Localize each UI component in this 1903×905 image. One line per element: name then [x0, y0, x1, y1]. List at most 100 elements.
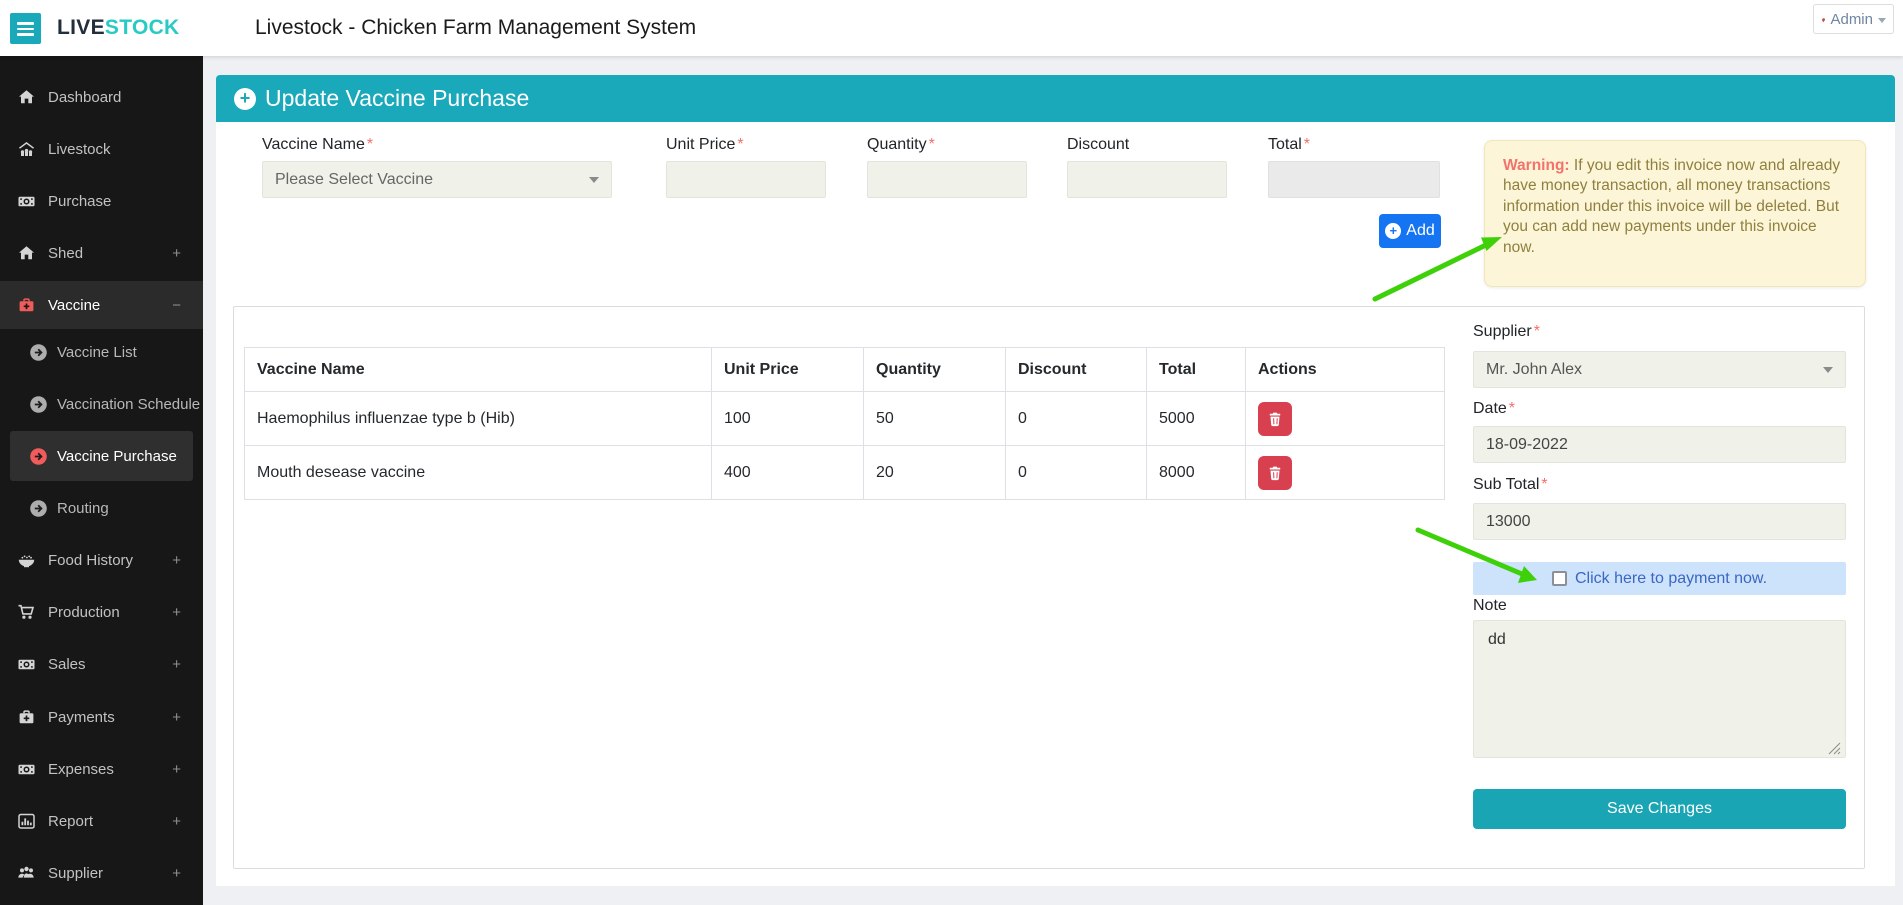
quantity-input[interactable]	[867, 161, 1027, 198]
sidebar-item-purchase[interactable]: Purchase	[0, 179, 203, 223]
cell-total: 8000	[1147, 446, 1246, 500]
panel-title: Update Vaccine Purchase	[265, 85, 529, 112]
expand-plus-icon: +	[172, 761, 181, 778]
sidebar-subitem-vaccine-list[interactable]: Vaccine List	[0, 330, 203, 374]
cell-vaccine-name: Haemophilus influenzae type b (Hib)	[245, 392, 712, 446]
brand-live: LIVE	[57, 16, 105, 39]
date-input[interactable]: 18-09-2022	[1473, 426, 1846, 463]
sidebar-item-livestock[interactable]: Livestock	[0, 127, 203, 171]
expand-plus-icon: +	[172, 709, 181, 726]
update-vaccine-purchase-panel: + Update Vaccine Purchase Vaccine Name* …	[216, 75, 1895, 886]
table-header-row: Vaccine Name Unit Price Quantity Discoun…	[245, 348, 1445, 392]
payment-now-option[interactable]: Click here to payment now.	[1473, 562, 1846, 595]
save-changes-button[interactable]: Save Changes	[1473, 789, 1846, 829]
header-vaccine-name: Vaccine Name	[245, 348, 712, 392]
delete-row-button[interactable]	[1258, 402, 1292, 436]
collapse-minus-icon: −	[172, 297, 181, 314]
invoice-side-form: Supplier* Mr. John Alex Date* 18-09-2022…	[1473, 307, 1846, 870]
invoice-card: Vaccine Name Unit Price Quantity Discoun…	[233, 306, 1865, 869]
hamburger-menu-button[interactable]	[10, 13, 41, 44]
sidebar-subitem-vaccine-purchase[interactable]: Vaccine Purchase	[0, 434, 203, 478]
expand-plus-icon: +	[172, 656, 181, 673]
sidebar-subitem-routing[interactable]: Routing	[0, 486, 203, 530]
sidebar: Dashboard Livestock Purchase Shed + Vacc…	[0, 56, 203, 905]
chevron-down-icon	[589, 177, 599, 183]
brand-stock: STOCK	[105, 16, 180, 39]
cart-icon	[17, 603, 36, 622]
hamburger-icon	[17, 22, 34, 25]
home-icon	[17, 88, 36, 107]
expand-plus-icon: +	[172, 604, 181, 621]
supplier-select[interactable]: Mr. John Alex	[1473, 351, 1846, 388]
table-row: Mouth desease vaccine 400 20 0 8000	[245, 446, 1445, 500]
admin-dropdown[interactable]: Admin	[1813, 4, 1894, 34]
sidebar-item-dashboard[interactable]: Dashboard	[0, 75, 203, 119]
sidebar-item-vaccine[interactable]: Vaccine −	[0, 281, 203, 329]
sidebar-item-sales[interactable]: Sales +	[0, 642, 203, 686]
delete-row-button[interactable]	[1258, 456, 1292, 490]
cell-discount: 0	[1006, 446, 1147, 500]
total-input[interactable]	[1268, 161, 1440, 198]
sidebar-item-payments[interactable]: Payments +	[0, 695, 203, 739]
money-icon	[17, 760, 36, 779]
vaccine-name-label: Vaccine Name*	[262, 136, 373, 154]
cell-quantity: 50	[864, 392, 1006, 446]
warning-box: Warning: If you edit this invoice now an…	[1484, 140, 1866, 287]
rooster-icon	[1821, 10, 1825, 29]
payment-checkbox[interactable]	[1552, 571, 1567, 586]
total-label: Total*	[1268, 136, 1310, 154]
money-icon	[17, 655, 36, 674]
app-window: LIVESTOCK Livestock - Chicken Farm Manag…	[0, 0, 1903, 905]
green-arrow-line	[1375, 244, 1488, 299]
chevron-down-icon	[1878, 18, 1886, 23]
page-title: Livestock - Chicken Farm Management Syst…	[255, 16, 696, 40]
arrow-circle-right-icon	[29, 343, 48, 362]
cell-vaccine-name: Mouth desease vaccine	[245, 446, 712, 500]
table-row: Haemophilus influenzae type b (Hib) 100 …	[245, 392, 1445, 446]
sidebar-item-food-history[interactable]: Food History +	[0, 538, 203, 582]
money-icon	[17, 192, 36, 211]
plus-circle-icon: +	[234, 88, 256, 110]
brand-logo[interactable]: LIVESTOCK	[57, 16, 180, 40]
sidebar-item-report[interactable]: Report +	[0, 799, 203, 843]
users-icon	[17, 864, 36, 883]
arrow-circle-right-icon	[29, 447, 48, 466]
unit-price-input[interactable]	[666, 161, 826, 198]
subtotal-label: Sub Total*	[1473, 476, 1548, 494]
panel-header: + Update Vaccine Purchase	[216, 75, 1895, 122]
home-icon	[17, 244, 36, 263]
add-button[interactable]: + Add	[1379, 214, 1441, 248]
header-total: Total	[1147, 348, 1246, 392]
trash-icon	[1267, 465, 1283, 481]
sidebar-item-shed[interactable]: Shed +	[0, 231, 203, 275]
sidebar-item-expenses[interactable]: Expenses +	[0, 747, 203, 791]
sidebar-item-production[interactable]: Production +	[0, 590, 203, 634]
unit-price-label: Unit Price*	[666, 136, 744, 154]
supplier-label: Supplier*	[1473, 323, 1540, 341]
cell-unit-price: 100	[712, 392, 864, 446]
main-content: + Update Vaccine Purchase Vaccine Name* …	[203, 56, 1903, 905]
sidebar-subitem-vaccination-schedule[interactable]: Vaccination Schedule	[0, 382, 203, 426]
vaccine-name-select[interactable]: Please Select Vaccine	[262, 161, 612, 198]
quantity-label: Quantity*	[867, 136, 935, 154]
header-unit-price: Unit Price	[712, 348, 864, 392]
trash-icon	[1267, 411, 1283, 427]
payment-text: Click here to payment now.	[1575, 570, 1767, 588]
expand-plus-icon: +	[172, 245, 181, 262]
barn-icon	[17, 140, 36, 159]
subtotal-input[interactable]: 13000	[1473, 503, 1846, 540]
date-label: Date*	[1473, 400, 1515, 418]
header-actions: Actions	[1246, 348, 1445, 392]
panel-body: Vaccine Name* Unit Price* Quantity* Disc…	[216, 122, 1895, 886]
note-textarea[interactable]: dd	[1473, 620, 1846, 758]
expand-plus-icon: +	[172, 865, 181, 882]
arrow-circle-right-icon	[29, 499, 48, 518]
note-label: Note	[1473, 597, 1507, 615]
discount-input[interactable]	[1067, 161, 1227, 198]
expand-plus-icon: +	[172, 813, 181, 830]
sidebar-item-supplier[interactable]: Supplier +	[0, 851, 203, 895]
cell-quantity: 20	[864, 446, 1006, 500]
expand-plus-icon: +	[172, 552, 181, 569]
topbar: LIVESTOCK Livestock - Chicken Farm Manag…	[0, 0, 1903, 56]
header-quantity: Quantity	[864, 348, 1006, 392]
